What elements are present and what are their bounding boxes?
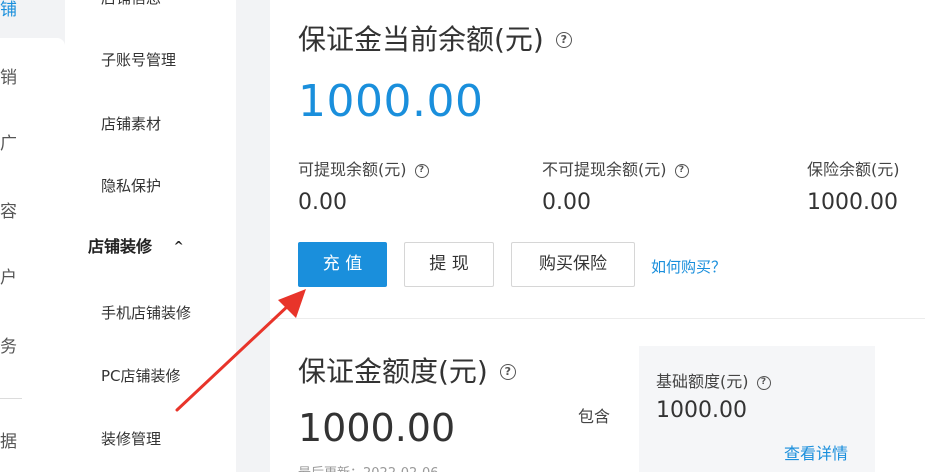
submenu-item-subaccount[interactable]: 子账号管理: [101, 50, 176, 70]
non-withdrawable-label: 不可提现余额(元)?: [542, 156, 689, 180]
help-icon[interactable]: ?: [555, 32, 572, 48]
contains-label: 包含: [578, 407, 611, 426]
nav-active-background: [0, 38, 65, 472]
submenu-item-store-info[interactable]: 店铺信息: [101, 0, 161, 8]
secondary-menu: 店铺信息 子账号管理 店铺素材 隐私保护 店铺装修 ^ 手机店铺装修 PC店铺装…: [65, 0, 236, 472]
nav-item-data[interactable]: 据: [0, 432, 17, 452]
chevron-up-icon: ^: [173, 239, 184, 253]
withdrawable-label: 可提现余额(元)?: [298, 156, 429, 180]
help-icon[interactable]: ?: [414, 164, 429, 178]
withdrawable-label-text: 可提现余额(元): [298, 160, 407, 179]
nav-item-content[interactable]: 容: [0, 202, 17, 222]
nav-item-customer[interactable]: 户: [0, 268, 17, 288]
base-quota-card: 基础额度(元)? 1000.00 查看详情: [639, 346, 875, 472]
primary-nav: 铺 销 广 容 户 务 据: [0, 0, 65, 472]
deposit-balance-title: 保证金当前余额(元)?: [298, 18, 572, 58]
recharge-button[interactable]: 充 值: [298, 242, 387, 287]
insurance-balance-label: 保险余额(元): [807, 160, 900, 179]
deposit-quota-title-text: 保证金额度(元): [298, 355, 488, 388]
deposit-balance-title-text: 保证金当前余额(元): [298, 23, 544, 56]
nav-divider: [0, 398, 22, 399]
base-quota-label-text: 基础额度(元): [656, 372, 749, 391]
submenu-group-label: 店铺装修: [88, 237, 153, 256]
submenu-item-mobile-decoration[interactable]: 手机店铺装修: [101, 303, 191, 323]
help-icon[interactable]: ?: [499, 364, 516, 380]
how-to-buy-link[interactable]: 如何购买？: [651, 256, 726, 277]
help-icon[interactable]: ?: [674, 164, 689, 178]
deposit-panel: 保证金当前余额(元)? 1000.00 可提现余额(元)? 0.00 不可提现余…: [270, 0, 925, 472]
base-quota-label: 基础额度(元)?: [656, 368, 771, 392]
nav-item-promotion[interactable]: 广: [0, 134, 17, 154]
deposit-quota-title: 保证金额度(元)?: [298, 350, 516, 390]
submenu-group-decoration[interactable]: 店铺装修 ^: [88, 236, 184, 257]
base-quota-value: 1000.00: [656, 398, 747, 423]
view-details-link[interactable]: 查看详情: [784, 440, 848, 464]
buy-insurance-button[interactable]: 购买保险: [511, 242, 635, 287]
submenu-item-pc-decoration[interactable]: PC店铺装修: [101, 366, 181, 386]
section-divider: [270, 318, 925, 319]
withdraw-button[interactable]: 提 现: [404, 242, 494, 287]
withdrawable-value: 0.00: [298, 190, 347, 215]
non-withdrawable-label-text: 不可提现余额(元): [542, 160, 667, 179]
last-updated-text: 最后更新：2022-02-06: [298, 462, 439, 472]
insurance-balance-value: 1000.00: [807, 190, 898, 215]
non-withdrawable-value: 0.00: [542, 190, 591, 215]
submenu-item-store-assets[interactable]: 店铺素材: [101, 114, 161, 134]
help-icon[interactable]: ?: [756, 376, 771, 390]
app-root: 铺 销 广 容 户 务 据 店铺信息 子账号管理 店铺素材 隐私保护 店铺装修 …: [0, 0, 925, 472]
deposit-quota-amount: 1000.00: [298, 406, 456, 450]
nav-item-service[interactable]: 务: [0, 337, 17, 357]
submenu-item-decoration-manage[interactable]: 装修管理: [101, 429, 161, 449]
submenu-item-privacy[interactable]: 隐私保护: [101, 176, 161, 196]
nav-item-store[interactable]: 铺: [0, 0, 17, 20]
nav-item-marketing[interactable]: 销: [0, 68, 17, 88]
deposit-balance-amount: 1000.00: [298, 76, 484, 127]
